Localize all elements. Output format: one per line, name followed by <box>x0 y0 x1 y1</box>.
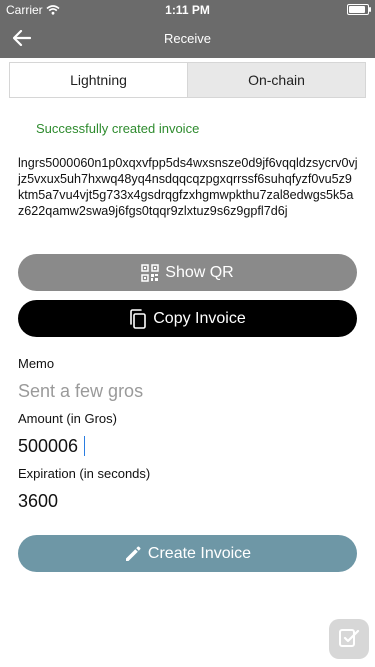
header-bar: Carrier 1:11 PM Receive <box>0 0 375 58</box>
expiration-label: Expiration (in seconds) <box>18 466 151 481</box>
app-badge-icon[interactable] <box>329 619 369 659</box>
copy-invoice-label: Copy Invoice <box>153 309 246 327</box>
amount-label: Amount (in Gros) <box>18 411 117 426</box>
amount-input[interactable] <box>18 433 348 459</box>
copy-icon <box>130 308 147 329</box>
pencil-icon <box>125 546 141 561</box>
text-caret <box>84 436 85 456</box>
status-time: 1:11 PM <box>165 3 210 17</box>
invoice-type-tabs: Lightning On-chain <box>9 62 366 98</box>
show-qr-label: Show QR <box>165 263 234 281</box>
battery-icon <box>347 4 371 15</box>
status-bar: Carrier 1:11 PM <box>0 0 375 20</box>
expiration-input[interactable] <box>18 488 348 514</box>
page-title: Receive <box>164 31 211 46</box>
memo-input[interactable] <box>18 378 348 404</box>
qr-code-icon <box>141 263 160 282</box>
tab-on-chain[interactable]: On-chain <box>187 63 365 97</box>
success-message: Successfully created invoice <box>36 121 200 136</box>
invoice-text: lngrs5000060n1p0xqxvfpp5ds4wxsnsze0d9jf6… <box>18 156 358 218</box>
show-qr-button[interactable]: Show QR <box>18 254 357 291</box>
create-invoice-label: Create Invoice <box>147 544 252 562</box>
memo-label: Memo <box>18 356 55 371</box>
create-invoice-button[interactable]: Create Invoice <box>18 535 357 572</box>
tab-lightning[interactable]: Lightning <box>10 63 187 97</box>
copy-invoice-button[interactable]: Copy Invoice <box>18 300 357 337</box>
